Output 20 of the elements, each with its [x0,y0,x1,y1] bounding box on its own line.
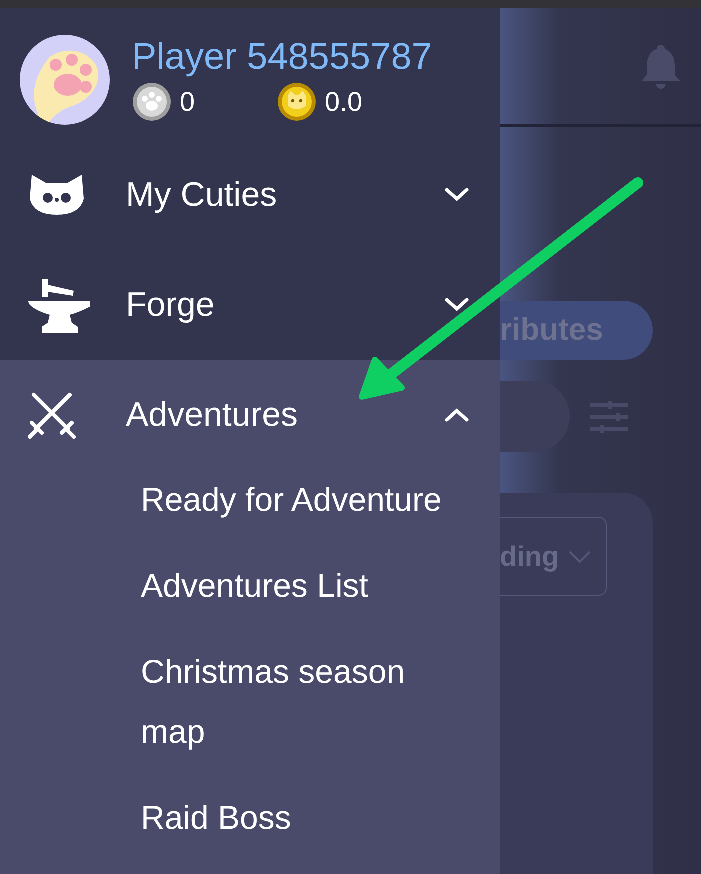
coin-amount: 0.0 [325,86,363,120]
menu-item[interactable]: My Cuties [0,140,500,250]
submenu-item[interactable]: Raid Boss [141,775,460,861]
submenu-item[interactable]: Christmas season map [141,629,460,775]
chevron-down-icon [444,297,470,313]
bell-icon[interactable] [641,43,681,89]
submenu-item[interactable]: Adventures List [141,543,460,629]
chevron-up-icon [444,407,470,423]
chevron-down-icon [444,187,470,203]
coin-amount: 0 [180,86,196,120]
submenu-item[interactable]: Ready for Adventure [141,470,460,543]
menu-item[interactable]: Forge [0,250,500,360]
player-name: Player 548555787 [132,37,432,78]
menu-item[interactable]: Adventures [0,360,500,470]
sliders-icon[interactable] [590,400,628,432]
search-field[interactable] [500,381,570,452]
cat-coin-icon [277,82,317,122]
paw-coin-icon [132,82,172,122]
chevron-down-icon [569,550,592,562]
anvil-icon [28,277,90,333]
